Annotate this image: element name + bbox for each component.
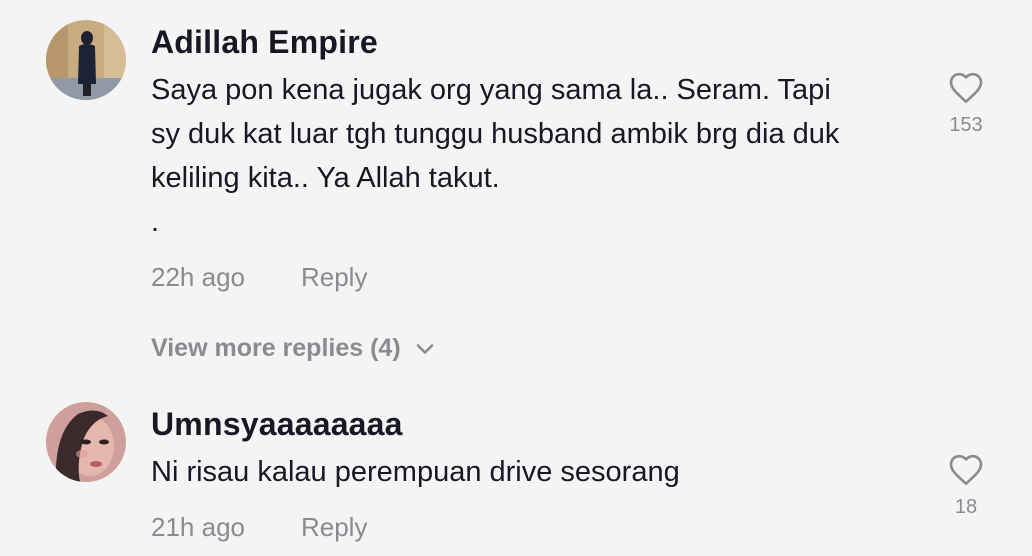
reply-button[interactable]: Reply — [301, 262, 367, 293]
user-photo-avatar — [46, 20, 126, 100]
comment-meta: 21h ago Reply — [151, 512, 367, 543]
comment-username[interactable]: Umnsyaaaaaaaa — [151, 406, 403, 443]
comment-meta: 22h ago Reply — [151, 262, 367, 293]
like-button[interactable]: 153 — [940, 70, 992, 137]
view-more-replies-button[interactable]: View more replies (4) — [151, 334, 435, 363]
comment-username[interactable]: Adillah Empire — [151, 24, 378, 61]
heart-icon — [949, 72, 983, 103]
like-button[interactable]: 18 — [940, 452, 992, 519]
avatar[interactable] — [46, 20, 126, 100]
comment-text: Saya pon kena jugak org yang sama la.. S… — [151, 74, 840, 238]
comment-item: Umnsyaaaaaaaa Ni risau kalau perempuan d… — [0, 390, 1032, 556]
reply-button[interactable]: Reply — [301, 512, 367, 543]
view-more-replies-label: View more replies (4) — [151, 334, 401, 362]
heart-icon — [949, 454, 983, 485]
comment-timestamp: 22h ago — [151, 262, 245, 292]
comment-item: Adillah Empire Saya pon kena jugak org y… — [0, 0, 1032, 320]
like-count: 153 — [949, 114, 983, 136]
avatar[interactable] — [46, 402, 126, 482]
comment-text: Ni risau kalau perempuan drive sesorang — [151, 456, 680, 488]
user-photo-avatar — [46, 402, 126, 482]
like-count: 18 — [954, 496, 978, 518]
comment-timestamp: 21h ago — [151, 512, 245, 542]
chevron-down-icon — [416, 343, 433, 354]
